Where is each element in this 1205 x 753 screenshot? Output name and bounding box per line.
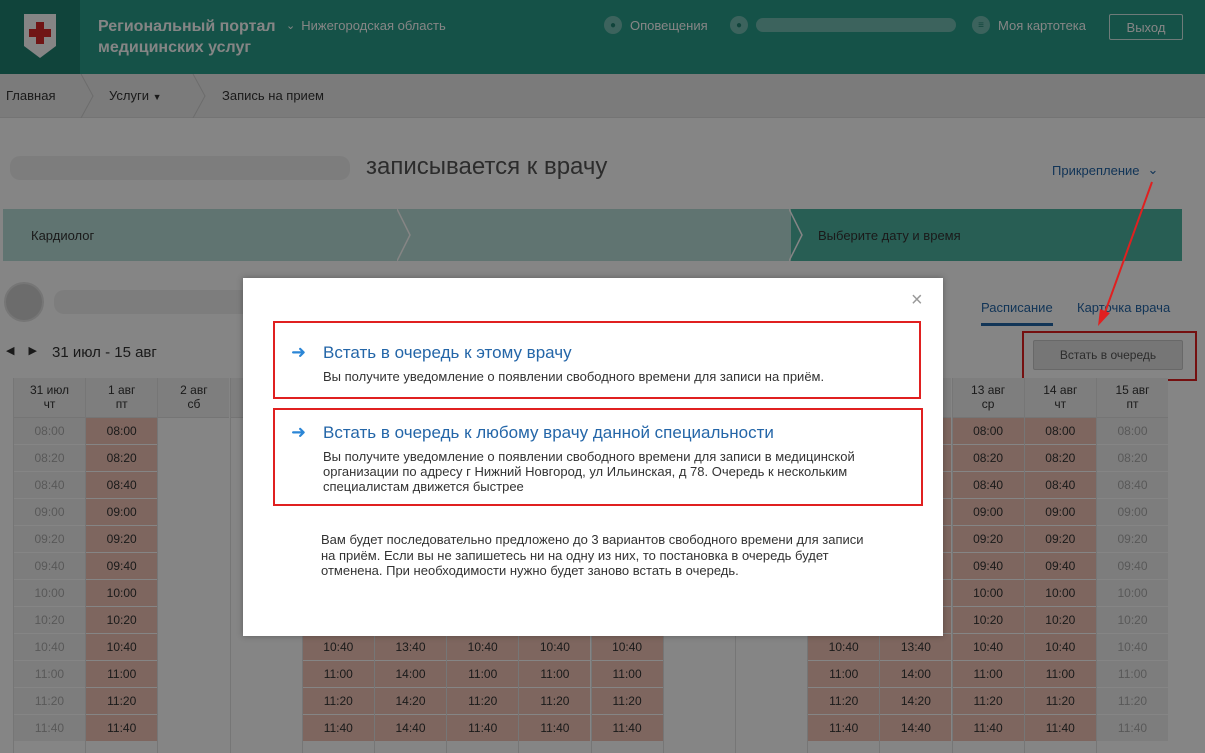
queue-modal: × ➜ Встать в очередь к этому врачу Вы по… (243, 278, 943, 636)
close-icon[interactable]: × (911, 290, 923, 310)
highlight-box-option1 (273, 321, 921, 399)
queue-note: Вам будет последовательно предложено до … (321, 532, 864, 578)
highlight-box-option2 (273, 408, 923, 506)
